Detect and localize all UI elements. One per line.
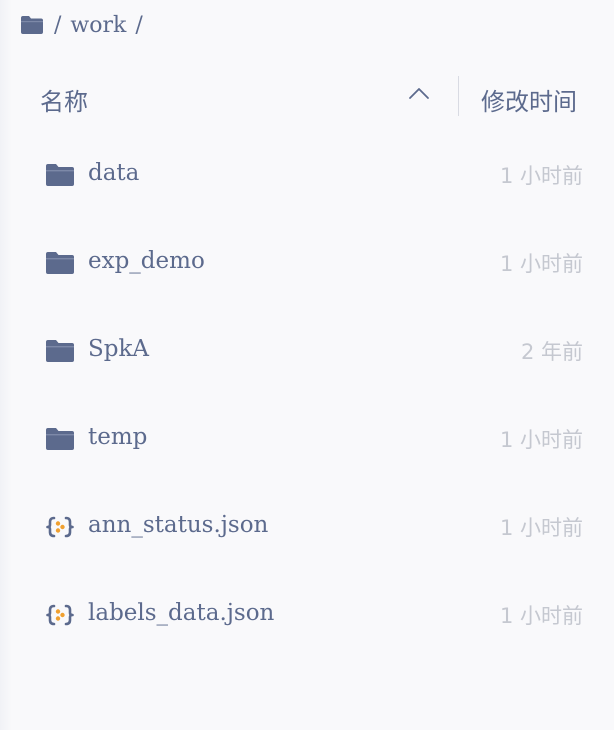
folder-icon [46, 252, 74, 274]
column-header-name[interactable]: 名称 [40, 82, 88, 117]
file-row[interactable]: exp_demo 1 小时前 [0, 220, 614, 308]
file-name[interactable]: ann_status.json [88, 512, 268, 538]
folder-icon [46, 428, 74, 450]
file-name[interactable]: temp [88, 424, 147, 450]
file-modified: 1 小时前 [499, 428, 583, 452]
breadcrumb-separator: / [135, 12, 143, 38]
column-divider[interactable] [458, 76, 459, 116]
file-modified: 1 小时前 [499, 604, 583, 628]
file-row[interactable]: labels_data.json 1 小时前 [0, 572, 614, 660]
file-row[interactable]: SpkA 2 年前 [0, 308, 614, 396]
file-list-header: 名称 修改时间 [0, 70, 614, 126]
chevron-up-icon[interactable] [407, 84, 431, 104]
file-name[interactable]: data [88, 160, 139, 186]
file-row[interactable]: ann_status.json 1 小时前 [0, 484, 614, 572]
breadcrumb: / work / [20, 10, 152, 40]
file-name[interactable]: labels_data.json [88, 600, 274, 626]
file-modified: 1 小时前 [499, 516, 583, 540]
file-modified: 2 年前 [520, 340, 583, 364]
file-row[interactable]: data 1 小时前 [0, 132, 614, 220]
folder-icon [46, 164, 74, 186]
file-modified: 1 小时前 [499, 164, 583, 188]
folder-icon[interactable] [20, 15, 44, 35]
json-file-icon [46, 604, 74, 626]
file-modified: 1 小时前 [499, 252, 583, 276]
file-name[interactable]: SpkA [88, 336, 149, 362]
breadcrumb-item-work[interactable]: work [70, 13, 126, 38]
column-header-modified[interactable]: 修改时间 [481, 82, 577, 117]
folder-icon [46, 340, 74, 362]
file-list: data 1 小时前 exp_demo 1 小时前 SpkA 2 年前 temp… [0, 132, 614, 660]
file-name[interactable]: exp_demo [88, 248, 205, 274]
breadcrumb-separator: / [54, 12, 62, 38]
json-file-icon [46, 516, 74, 538]
file-row[interactable]: temp 1 小时前 [0, 396, 614, 484]
